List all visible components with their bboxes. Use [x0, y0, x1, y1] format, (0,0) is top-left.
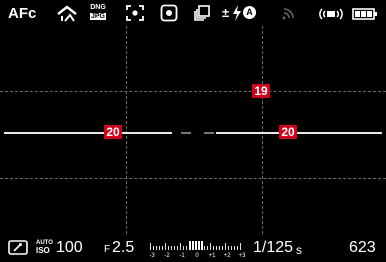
wifi-icon [282, 6, 296, 25]
grid-line-top [0, 91, 386, 92]
iso-label: ISO [36, 246, 50, 255]
horizon-center-right-dash [204, 132, 214, 134]
exposure-scale-tick [165, 243, 166, 250]
exposure-scale-tick [171, 246, 172, 250]
exposure-scale-tick [192, 241, 194, 250]
exposure-scale-label: +2 [223, 253, 231, 259]
exposure-scale-tick [216, 246, 217, 250]
exposure-scale-tick [159, 246, 160, 250]
exposure-scale-tick [150, 243, 151, 250]
exposure-scale-tick [177, 246, 178, 250]
flash-auto-label: A [246, 7, 253, 17]
horizon-line-right [216, 132, 382, 134]
exposure-scale: -3 -2 -1 0 +1 +2 +3 [146, 238, 246, 262]
shutter-speed-value: 1/125 [253, 239, 294, 256]
shots-remaining: 623 [349, 239, 376, 256]
aperture-prefix: F [104, 244, 111, 255]
exposure-scale-label: -2 [164, 253, 170, 259]
horizon-center-left-dash [181, 132, 191, 134]
exposure-mode-icon [8, 240, 28, 260]
exposure-scale-tick [174, 246, 175, 250]
shutter-speed-unit: s [296, 243, 302, 257]
exposure-scale-label: 0 [195, 253, 199, 259]
exposure-scale-label: +1 [208, 253, 216, 259]
grid-line-left [126, 26, 127, 234]
metering-center-icon [160, 4, 178, 27]
exposure-scale-label: +3 [238, 253, 246, 259]
metering-spot-icon [126, 5, 144, 26]
file-format-top-text: DNG [90, 4, 106, 11]
exposure-scale-tick [213, 246, 214, 250]
file-format-bottom-text: JPG [90, 13, 106, 20]
exposure-scale-tick [189, 241, 191, 250]
exposure-scale-tick [240, 243, 241, 250]
exposure-scale-tick [198, 241, 200, 250]
exposure-scale-tick [237, 246, 238, 250]
flash-icon: ± A [222, 4, 262, 22]
exposure-scale-tick [210, 243, 211, 250]
exposure-scale-label: -3 [149, 253, 155, 259]
top-status-bar: AFc DNG JPG ± A [0, 0, 386, 26]
scene-mode-icon [56, 5, 78, 27]
exposure-scale-tick [204, 246, 205, 250]
exposure-scale-tick [219, 246, 220, 250]
exposure-comp-symbol: ± [222, 5, 230, 20]
pitch-indicator: 19 [252, 84, 270, 98]
exposure-scale-tick [222, 246, 223, 250]
exposure-scale-tick [162, 246, 163, 250]
exposure-scale-tick [225, 243, 226, 250]
stabilization-icon [319, 7, 343, 25]
roll-indicator-left: 20 [104, 125, 122, 139]
exposure-scale-tick [228, 246, 229, 250]
exposure-scale-tick [153, 246, 154, 250]
iso-value: 100 [56, 239, 83, 256]
grid-line-bottom [0, 178, 386, 179]
exposure-scale-tick [207, 246, 208, 250]
exposure-scale-tick [156, 246, 157, 250]
roll-indicator-right: 20 [279, 125, 297, 139]
grid-line-right [262, 26, 263, 234]
exposure-scale-tick [180, 243, 181, 250]
exposure-scale-tick [183, 246, 184, 250]
battery-icon [352, 7, 378, 25]
drive-mode-icon [194, 5, 210, 26]
exposure-scale-label: -1 [179, 253, 185, 259]
bottom-status-bar: AUTO ISO 100 F 2.5 -3 -2 -1 0 +1 +2 +3 1/125 s… [0, 234, 386, 262]
exposure-scale-tick [168, 246, 169, 250]
horizon-line-left [4, 132, 172, 134]
aperture-value: 2.5 [112, 239, 135, 256]
focus-mode-label: AFc [8, 5, 37, 22]
exposure-scale-tick [231, 246, 232, 250]
exposure-scale-tick [186, 246, 187, 250]
file-format-icon: DNG JPG [88, 3, 108, 23]
exposure-scale-tick [195, 241, 197, 250]
exposure-scale-tick [201, 241, 203, 250]
exposure-scale-tick [234, 246, 235, 250]
